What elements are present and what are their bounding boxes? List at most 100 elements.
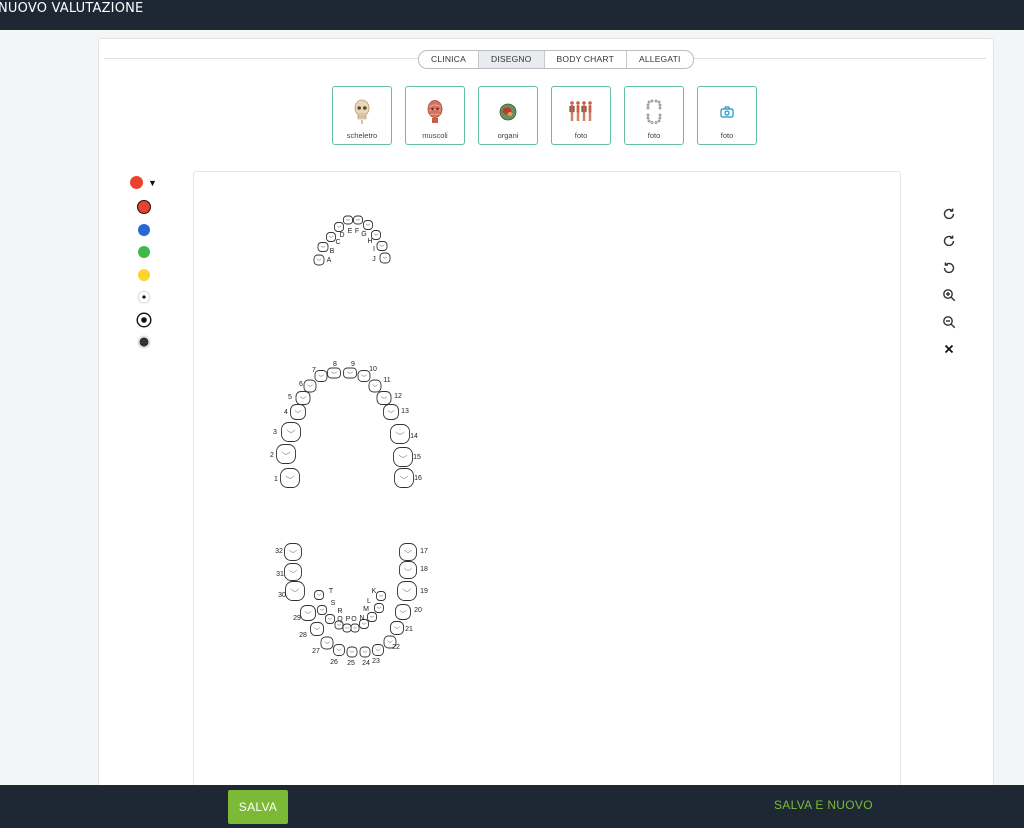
brush-size-medium[interactable]	[135, 309, 153, 332]
tooth-number-8: 8	[333, 361, 337, 368]
tooth-number-31: 31	[276, 571, 284, 578]
tooth-18[interactable]	[399, 561, 417, 579]
tooth-C[interactable]	[326, 232, 336, 242]
close-icon[interactable]	[938, 335, 960, 362]
tooth-12[interactable]	[376, 391, 392, 405]
template-organi[interactable]: organi	[478, 86, 538, 145]
tooth-29[interactable]	[300, 605, 316, 621]
tooth-9[interactable]	[343, 367, 357, 379]
tooth-B[interactable]	[317, 242, 329, 252]
tooth-E[interactable]	[343, 215, 353, 225]
tooth-number-6: 6	[299, 381, 303, 388]
top-bar: NUOVO VALUTAZIONE	[0, 0, 1024, 30]
color-dropdown[interactable]: ▼	[130, 176, 157, 189]
zoom-in-icon[interactable]	[938, 281, 960, 308]
tooth-F[interactable]	[353, 215, 363, 225]
zoom-out-icon[interactable]	[938, 308, 960, 335]
tooth-letter-M: M	[363, 606, 369, 613]
tooth-D[interactable]	[334, 222, 344, 232]
tooth-H[interactable]	[371, 230, 381, 240]
save-button[interactable]: SALVA	[228, 790, 288, 824]
tooth-14[interactable]	[390, 424, 410, 444]
tab-body-chart[interactable]: BODY CHART	[543, 51, 626, 68]
tooth-K[interactable]	[376, 591, 386, 601]
tooth-32[interactable]	[284, 543, 302, 561]
color-swatch-blue[interactable]	[135, 219, 153, 242]
tooth-30[interactable]	[285, 581, 305, 601]
template-label: foto	[647, 131, 661, 140]
tooth-27[interactable]	[320, 636, 334, 650]
tooth-number-4: 4	[284, 409, 288, 416]
tooth-21[interactable]	[390, 621, 404, 635]
tab-allegati[interactable]: ALLEGATI	[625, 51, 693, 68]
redo-icon[interactable]	[938, 227, 960, 254]
color-swatch-yellow[interactable]	[135, 264, 153, 287]
tab-clinica[interactable]: CLINICA	[419, 51, 478, 68]
tooth-R[interactable]	[325, 614, 335, 624]
tooth-I[interactable]	[376, 241, 388, 251]
tooth-26[interactable]	[333, 644, 345, 656]
tooth-2[interactable]	[276, 444, 296, 464]
template-muscoli[interactable]: muscoli	[405, 86, 465, 145]
tooth-number-15: 15	[413, 454, 421, 461]
template-foto-teeth[interactable]: foto	[624, 86, 684, 145]
redo-icon[interactable]	[938, 200, 960, 227]
tooth-number-9: 9	[351, 361, 355, 368]
tooth-letter-C: C	[335, 239, 340, 246]
tooth-S[interactable]	[317, 605, 327, 615]
color-swatch-red[interactable]	[135, 196, 153, 219]
tooth-7[interactable]	[314, 370, 328, 382]
tooth-16[interactable]	[394, 468, 414, 488]
tooth-8[interactable]	[327, 367, 341, 379]
tooth-31[interactable]	[284, 563, 302, 581]
tooth-O[interactable]	[350, 623, 360, 633]
tooth-17[interactable]	[399, 543, 417, 561]
tooth-24[interactable]	[359, 646, 371, 658]
tooth-letter-F: F	[355, 228, 359, 235]
tooth-number-24: 24	[362, 660, 370, 667]
selected-color-swatch	[130, 176, 143, 189]
tooth-T[interactable]	[314, 590, 324, 600]
template-label: muscoli	[422, 131, 448, 140]
tooth-number-5: 5	[288, 394, 292, 401]
tooth-letter-B: B	[330, 248, 335, 255]
template-scheletro[interactable]: scheletro	[332, 86, 392, 145]
tooth-13[interactable]	[383, 404, 399, 420]
tooth-15[interactable]	[393, 447, 413, 467]
tooth-number-21: 21	[405, 626, 413, 633]
tooth-28[interactable]	[310, 622, 324, 636]
tooth-4[interactable]	[290, 404, 306, 420]
tooth-A[interactable]	[313, 254, 325, 266]
save-and-new-button[interactable]: SALVA E NUOVO	[774, 798, 873, 812]
tooth-1[interactable]	[280, 468, 300, 488]
canvas-toolbar	[938, 200, 960, 362]
tooth-11[interactable]	[368, 379, 382, 393]
tooth-letter-K: K	[372, 588, 377, 595]
tooth-20[interactable]	[395, 604, 411, 620]
tooth-P[interactable]	[342, 623, 352, 633]
tooth-3[interactable]	[281, 422, 301, 442]
color-swatch-green[interactable]	[135, 241, 153, 264]
tooth-25[interactable]	[346, 646, 358, 658]
tooth-J[interactable]	[379, 252, 391, 264]
tooth-number-28: 28	[299, 632, 307, 639]
muscles-icon	[425, 95, 445, 129]
brush-size-large[interactable]	[135, 331, 153, 354]
template-list: scheletro muscoli organi foto foto foto	[332, 86, 770, 145]
undo-icon[interactable]	[938, 254, 960, 281]
tooth-G[interactable]	[363, 220, 373, 230]
tooth-19[interactable]	[397, 581, 417, 601]
tooth-M[interactable]	[367, 612, 377, 622]
template-label: foto	[720, 131, 734, 140]
tooth-23[interactable]	[372, 644, 384, 656]
template-foto-body[interactable]: foto	[551, 86, 611, 145]
tooth-5[interactable]	[295, 391, 311, 405]
tab-disegno[interactable]: DISEGNO	[477, 51, 544, 68]
template-foto-camera[interactable]: foto	[697, 86, 757, 145]
tooth-6[interactable]	[303, 379, 317, 393]
template-label: organi	[497, 131, 519, 140]
brush-size-small[interactable]	[135, 286, 153, 309]
tooth-L[interactable]	[374, 603, 384, 613]
drawing-canvas[interactable]: 1 2 3 4 5 6 7 8 9 10 11 12 13 14 15 16 A B C D E F G H I J 17 18 19 2…	[193, 171, 901, 813]
tooth-letter-T: T	[329, 588, 334, 595]
